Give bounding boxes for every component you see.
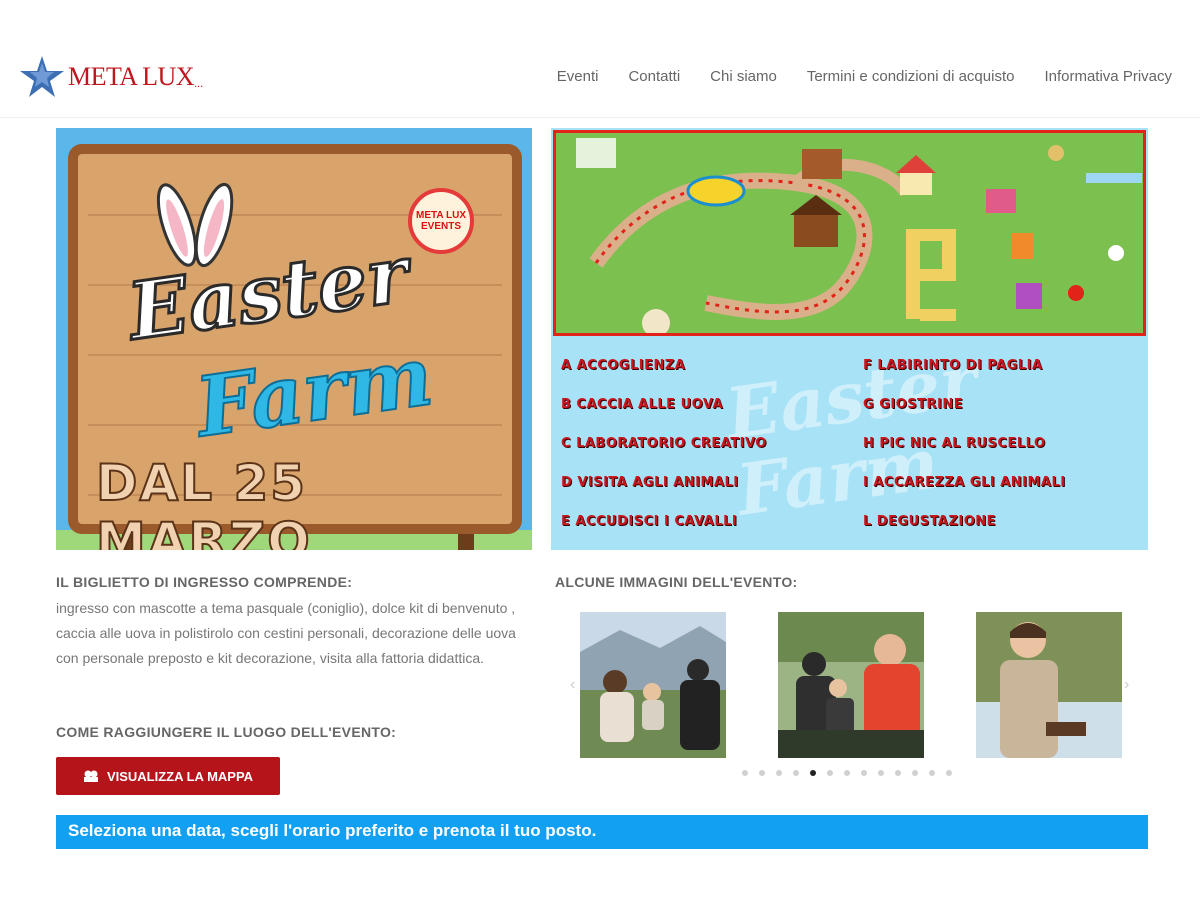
carousel-dot[interactable] bbox=[844, 770, 850, 776]
legend-item: G GIOSTRINE bbox=[863, 397, 964, 412]
legend-item: F LABIRINTO DI PAGLIA bbox=[863, 358, 1043, 373]
directions-title: COME RAGGIUNGERE IL LUOGO DELL'EVENTO: bbox=[56, 724, 397, 740]
carousel-prev-icon[interactable]: ‹ bbox=[570, 676, 575, 694]
carousel-dot[interactable] bbox=[878, 770, 884, 776]
carousel-dot[interactable] bbox=[946, 770, 952, 776]
carousel-dot[interactable] bbox=[895, 770, 901, 776]
legend-item: A ACCOGLIENZA bbox=[561, 358, 686, 373]
carousel-dot[interactable] bbox=[929, 770, 935, 776]
carousel-dot[interactable] bbox=[759, 770, 765, 776]
carousel-next-icon[interactable]: › bbox=[1124, 676, 1129, 694]
view-map-button[interactable]: VISUALIZZA LA MAPPA bbox=[56, 757, 280, 795]
map-legend: Easter Farm A ACCOGLIENZA B CACCIA ALLE U… bbox=[551, 338, 1148, 548]
view-map-label: VISUALIZZA LA MAPPA bbox=[106, 768, 254, 784]
gallery-photo[interactable] bbox=[778, 612, 924, 758]
nav-privacy[interactable]: Informativa Privacy bbox=[1044, 68, 1172, 85]
ticket-title: IL BIGLIETTO DI INGRESSO COMPRENDE: bbox=[56, 574, 353, 590]
logo-text: META LUX bbox=[68, 62, 195, 91]
poster-date: DAL 25 MARZO bbox=[95, 453, 312, 550]
star-logo-icon bbox=[20, 56, 64, 97]
legend-item: H PIC NIC AL RUSCELLO bbox=[863, 436, 1046, 451]
gallery-photo[interactable] bbox=[580, 612, 726, 758]
carousel-dot[interactable] bbox=[861, 770, 867, 776]
legend-item: E ACCUDISCI I CAVALLI bbox=[561, 514, 738, 529]
carousel-dot[interactable] bbox=[827, 770, 833, 776]
map-icon bbox=[83, 770, 98, 782]
carousel-dots bbox=[742, 770, 952, 776]
nav-chi-siamo[interactable]: Chi siamo bbox=[710, 68, 777, 85]
poster-title-farm: Farm bbox=[189, 327, 439, 457]
poster-badge: META LUX EVENTS bbox=[408, 188, 474, 254]
farm-map-card: Easter Farm A ACCOGLIENZA B CACCIA ALLE U… bbox=[551, 128, 1148, 550]
gallery-title: ALCUNE IMMAGINI DELL'EVENTO: bbox=[555, 574, 798, 590]
carousel-dot[interactable] bbox=[742, 770, 748, 776]
legend-item: D VISITA AGLI ANIMALI bbox=[561, 475, 739, 490]
carousel-dot[interactable] bbox=[776, 770, 782, 776]
site-logo[interactable]: META LUX ... bbox=[18, 54, 203, 100]
booking-banner: Seleziona una data, scegli l'orario pref… bbox=[56, 815, 1148, 849]
event-poster: META LUX EVENTS Easter Farm DAL 25 MARZO bbox=[56, 128, 532, 550]
logo-suffix: ... bbox=[194, 75, 204, 90]
wooden-sign: META LUX EVENTS Easter Farm DAL 25 MARZO bbox=[68, 144, 522, 550]
site-header: META LUX ... Eventi Contatti Chi siamo T… bbox=[0, 40, 1200, 118]
carousel-dot[interactable] bbox=[793, 770, 799, 776]
farm-map-drawing bbox=[576, 138, 1142, 333]
ticket-description: ingresso con mascotte a tema pasquale (c… bbox=[56, 600, 516, 666]
nav-contatti[interactable]: Contatti bbox=[628, 68, 680, 85]
farm-map-illustration bbox=[553, 130, 1146, 336]
legend-item: L DEGUSTAZIONE bbox=[863, 514, 997, 529]
nav-eventi[interactable]: Eventi bbox=[557, 68, 599, 85]
legend-item: C LABORATORIO CREATIVO bbox=[561, 436, 767, 451]
gallery-photo[interactable] bbox=[976, 612, 1122, 758]
main-nav: Eventi Contatti Chi siamo Termini e cond… bbox=[557, 68, 1172, 85]
legend-item: I ACCAREZZA GLI ANIMALI bbox=[863, 475, 1066, 490]
nav-termini[interactable]: Termini e condizioni di acquisto bbox=[807, 68, 1015, 85]
carousel-dot[interactable] bbox=[912, 770, 918, 776]
legend-item: B CACCIA ALLE UOVA bbox=[561, 397, 724, 412]
carousel-dot-active[interactable] bbox=[810, 770, 816, 776]
